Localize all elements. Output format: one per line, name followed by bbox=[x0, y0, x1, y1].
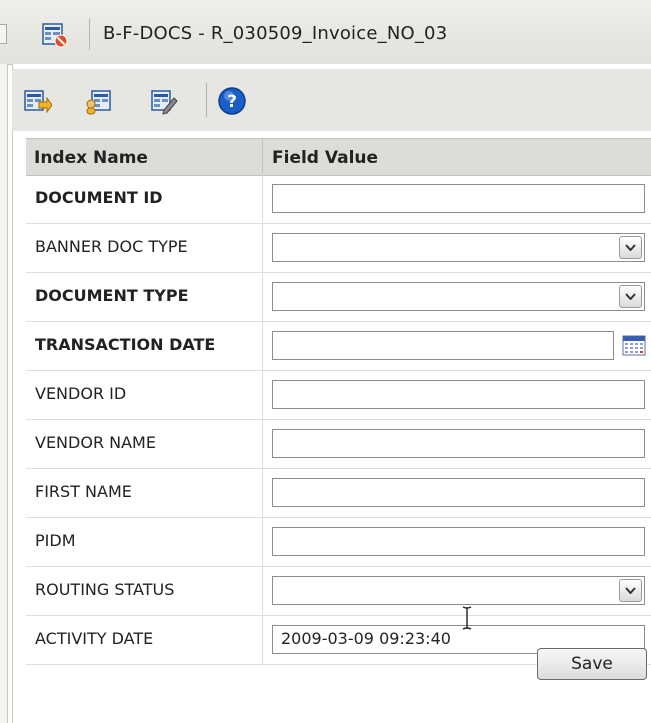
transaction-date-field[interactable] bbox=[272, 331, 614, 360]
window-title: B-F-DOCS - R_030509_Invoice_NO_03 bbox=[103, 23, 448, 44]
label-routing-status: ROUTING STATUS bbox=[35, 580, 175, 599]
calendar-icon[interactable] bbox=[622, 334, 646, 356]
document-type-select[interactable] bbox=[272, 282, 645, 311]
row-vendor-id: VENDOR ID bbox=[26, 370, 651, 420]
label-document-id: DOCUMENT ID bbox=[35, 188, 163, 207]
save-button[interactable]: Save bbox=[537, 648, 647, 680]
row-divider bbox=[262, 174, 263, 223]
label-banner-doc-type: BANNER DOC TYPE bbox=[35, 237, 188, 256]
header-divider bbox=[262, 139, 263, 175]
import-index-icon[interactable] bbox=[22, 86, 53, 116]
label-vendor-name: VENDOR NAME bbox=[35, 433, 156, 452]
row-vendor-name: VENDOR NAME bbox=[26, 419, 651, 469]
help-glyph: ? bbox=[227, 92, 237, 112]
document-image-icon bbox=[42, 22, 68, 48]
row-divider bbox=[262, 517, 263, 566]
chevron-down-icon[interactable] bbox=[619, 236, 642, 259]
row-pidm: PIDM bbox=[26, 517, 651, 567]
label-pidm: PIDM bbox=[35, 531, 76, 550]
help-icon[interactable]: ? bbox=[217, 86, 247, 116]
row-banner-doc-type: BANNER DOC TYPE bbox=[26, 223, 651, 273]
header-field-value: Field Value bbox=[272, 148, 379, 168]
grid-header: Index Name Field Value bbox=[26, 138, 651, 176]
row-divider bbox=[262, 370, 263, 419]
row-divider bbox=[262, 419, 263, 468]
header-index-name: Index Name bbox=[34, 148, 148, 168]
row-divider bbox=[262, 223, 263, 272]
text-cursor-icon bbox=[460, 606, 474, 630]
left-rail bbox=[0, 64, 8, 723]
row-divider bbox=[262, 468, 263, 517]
row-transaction-date: TRANSACTION DATE bbox=[26, 321, 651, 371]
panel-toolbar: ? bbox=[12, 69, 651, 131]
row-divider bbox=[262, 272, 263, 321]
row-divider bbox=[262, 321, 263, 370]
row-first-name: FIRST NAME bbox=[26, 468, 651, 518]
label-vendor-id: VENDOR ID bbox=[35, 384, 127, 403]
row-document-type: DOCUMENT TYPE bbox=[26, 272, 651, 322]
vendor-name-field[interactable] bbox=[272, 429, 645, 458]
chevron-down-icon[interactable] bbox=[619, 579, 642, 602]
label-activity-date: ACTIVITY DATE bbox=[35, 629, 154, 648]
vendor-id-field[interactable] bbox=[272, 380, 645, 409]
chevron-down-icon[interactable] bbox=[619, 285, 642, 308]
label-transaction-date: TRANSACTION DATE bbox=[35, 335, 216, 354]
first-name-field[interactable] bbox=[272, 478, 645, 507]
user-index-icon[interactable] bbox=[84, 86, 114, 116]
document-id-field[interactable] bbox=[272, 184, 645, 213]
routing-status-select[interactable] bbox=[272, 576, 645, 605]
title-divider bbox=[89, 18, 90, 50]
pidm-field[interactable] bbox=[272, 527, 645, 556]
row-divider bbox=[262, 615, 263, 664]
label-first-name: FIRST NAME bbox=[35, 482, 132, 501]
toolbar-divider bbox=[206, 83, 207, 117]
row-document-id: DOCUMENT ID bbox=[26, 174, 651, 224]
edit-index-icon[interactable] bbox=[149, 86, 179, 116]
banner-doc-type-select[interactable] bbox=[272, 233, 645, 262]
row-divider bbox=[262, 566, 263, 615]
collapse-handle[interactable] bbox=[0, 24, 7, 44]
window-titlebar: B-F-DOCS - R_030509_Invoice_NO_03 bbox=[0, 0, 651, 65]
row-routing-status: ROUTING STATUS bbox=[26, 566, 651, 616]
label-document-type: DOCUMENT TYPE bbox=[35, 286, 189, 305]
